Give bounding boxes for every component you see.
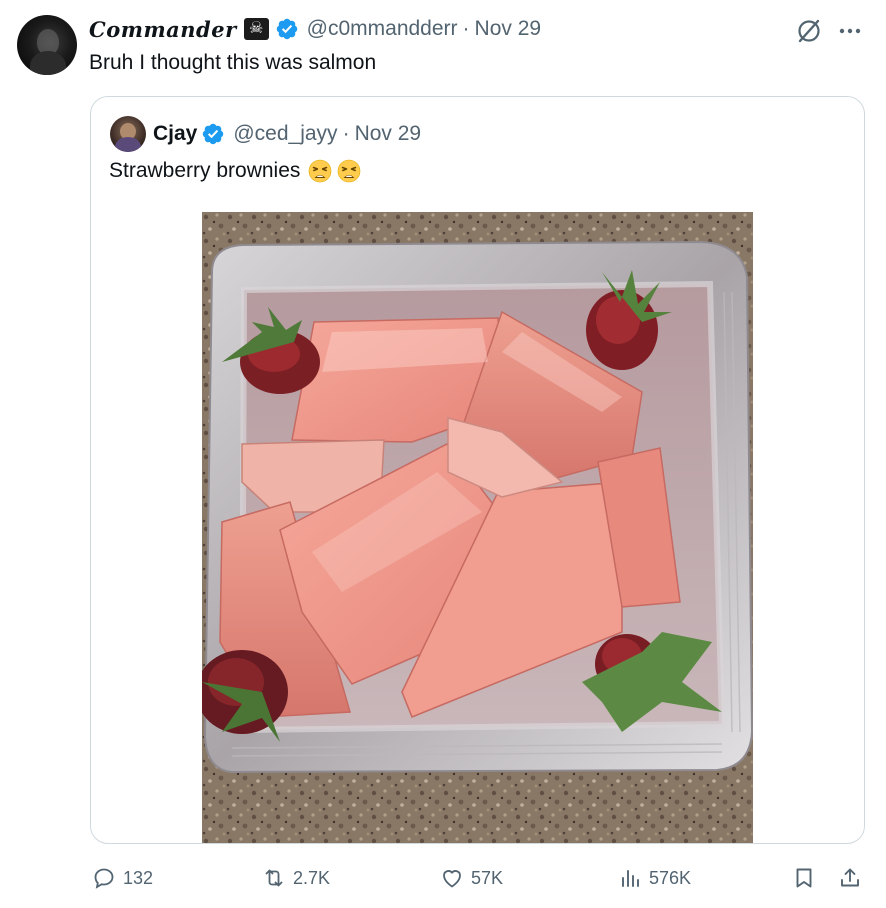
verified-badge-icon — [276, 18, 297, 40]
like-button[interactable]: 57K — [440, 860, 503, 896]
tweet-header: Commander ☠ @c0mmandderr · Nov 29 — [89, 14, 541, 44]
weary-face-emoji-icon — [309, 159, 332, 183]
quoted-author-avatar[interactable] — [110, 116, 146, 152]
repost-icon — [265, 869, 283, 887]
share-icon — [841, 868, 859, 887]
bookmark-icon — [796, 868, 812, 888]
more-options-icon[interactable] — [836, 20, 864, 42]
author-avatar[interactable] — [17, 15, 77, 75]
verified-badge-icon — [203, 123, 224, 145]
quoted-tweet-header: Cjay @ced_jayy · Nov 29 — [153, 120, 421, 148]
views-icon — [622, 870, 639, 887]
author-display-name[interactable]: Commander — [89, 17, 237, 42]
quoted-author-display-name[interactable]: Cjay — [153, 122, 197, 146]
grok-icon[interactable] — [795, 17, 823, 45]
like-count: 57K — [471, 867, 504, 888]
like-icon — [443, 870, 461, 888]
repost-button[interactable]: 2.7K — [262, 860, 330, 896]
share-button[interactable] — [838, 860, 862, 896]
quoted-author-handle[interactable]: @ced_jayy — [233, 122, 337, 146]
reply-button[interactable]: 132 — [92, 860, 153, 896]
skull-crossbones-icon: ☠ — [243, 18, 269, 40]
quoted-tweet-text: Strawberry brownies — [109, 159, 301, 182]
separator-dot: · — [342, 122, 350, 145]
view-count: 576K — [649, 867, 692, 888]
quoted-tweet-card[interactable]: Cjay @ced_jayy · Nov 29 Strawberry brown… — [90, 96, 865, 844]
reply-count: 132 — [123, 867, 154, 888]
tweet-action-bar: 132 2.7K 57K 576K — [0, 860, 886, 896]
tweet-date[interactable]: Nov 29 — [475, 17, 542, 41]
reply-icon — [94, 868, 114, 889]
repost-count: 2.7K — [293, 867, 331, 888]
views-button[interactable]: 576K — [618, 860, 691, 896]
tweet-photo[interactable] — [202, 212, 753, 843]
quoted-tweet-date[interactable]: Nov 29 — [355, 122, 422, 146]
separator-dot: · — [462, 17, 470, 40]
weary-face-emoji-icon — [338, 159, 361, 183]
bookmark-button[interactable] — [792, 860, 816, 896]
tweet-text: Bruh I thought this was salmon — [89, 51, 377, 74]
quoted-tweet-text-row: Strawberry brownies — [109, 159, 361, 183]
author-handle[interactable]: @c0mmandderr — [307, 17, 458, 41]
